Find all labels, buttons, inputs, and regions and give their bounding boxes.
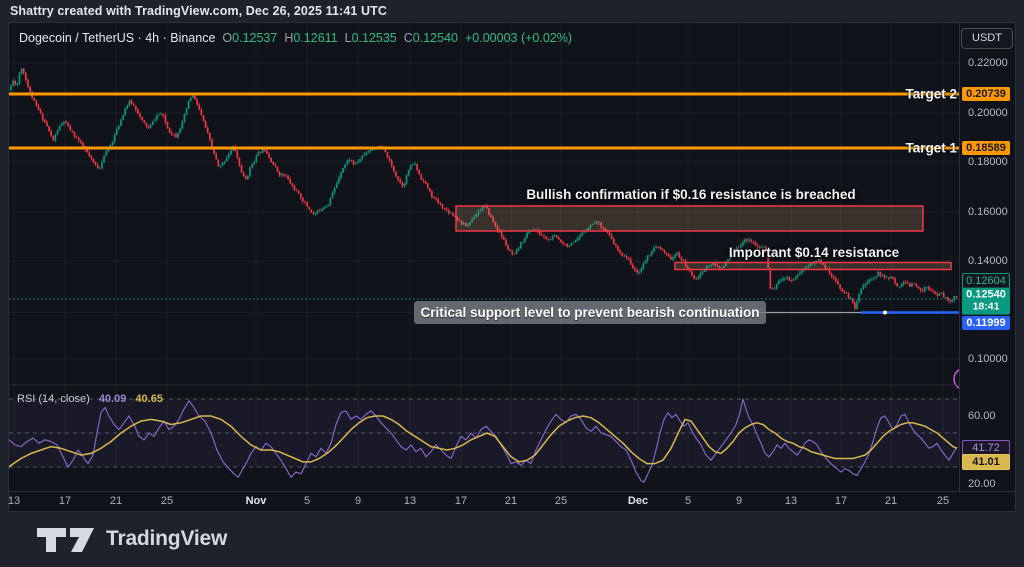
open-value: 0.12537 (232, 31, 277, 45)
price-axis-tick: 0.20000 (968, 107, 1008, 119)
price-axis-tag: 41.01 (962, 454, 1010, 470)
annotation-support-callout[interactable]: Critical support level to prevent bearis… (414, 301, 766, 324)
price-axis-tick: 0.16000 (968, 206, 1008, 218)
attribution-text: Shattry created with TradingView.com, De… (10, 4, 387, 18)
price-axis-tick: 0.10000 (968, 353, 1008, 365)
price-axis-tick: 20.00 (968, 478, 996, 490)
time-axis-tick: 13 (785, 495, 797, 507)
rsi-legend: RSI (14, close) 40.09 40.65 (17, 393, 163, 405)
chart-panel[interactable]: Dogecoin / TetherUS · 4h · BinanceO0.125… (8, 22, 1016, 512)
open-label: O (222, 31, 232, 45)
time-axis-tick: 5 (685, 495, 691, 507)
footer-bar: TradingView (0, 512, 1024, 567)
time-axis-tick: 21 (505, 495, 517, 507)
price-axis-tag: 0.11999 (962, 316, 1010, 330)
time-axis-tick: 17 (835, 495, 847, 507)
time-axis-tick: 25 (937, 495, 949, 507)
rsi-title: RSI (14, close) (17, 393, 90, 405)
time-axis-tick: Nov (246, 495, 267, 507)
high-value: 0.12611 (293, 31, 337, 45)
symbol-title: Dogecoin / TetherUS · 4h · Binance (19, 31, 215, 45)
tradingview-brand-text[interactable]: TradingView (106, 527, 227, 551)
tradingview-widget-screenshot: Shattry created with TradingView.com, De… (0, 0, 1024, 567)
close-value: 0.12540 (413, 31, 458, 45)
price-axis-tag: 0.20739 (962, 87, 1010, 101)
price-axis-tag: 0.12604 (962, 273, 1010, 289)
annotation-important-resistance[interactable]: Important $0.14 resistance (729, 245, 899, 260)
time-axis[interactable]: 13 17 21 25 Nov 5 9 13 17 21 25 Dec 5 9 13 17 21 25 (9, 491, 1017, 512)
tradingview-logo-icon[interactable] (36, 525, 98, 555)
low-label: L (345, 31, 352, 45)
rsi-ma-value: 40.65 (135, 393, 163, 405)
time-axis-tick: 21 (885, 495, 897, 507)
time-axis-tick: 13 (404, 495, 416, 507)
price-axis[interactable]: 0.22000 0.20000 0.18000 0.16000 0.14000 0.100… (959, 23, 1017, 491)
annotation-bullish-confirmation[interactable]: Bullish confirmation if $0.16 resistance… (526, 187, 855, 202)
low-value: 0.12535 (352, 31, 397, 45)
rsi-value: 40.09 (99, 393, 127, 405)
target-1-label[interactable]: Target 1 (905, 141, 957, 156)
time-axis-tick: 9 (355, 495, 361, 507)
time-axis-tick: 13 (8, 495, 20, 507)
price-axis-tick: 0.18000 (968, 156, 1008, 168)
time-axis-tick: 21 (110, 495, 122, 507)
change-value: +0.00003 (+0.02%) (465, 31, 572, 45)
time-axis-tick: 25 (555, 495, 567, 507)
currency-button[interactable]: USDT (961, 28, 1013, 49)
time-axis-tick: 17 (455, 495, 467, 507)
price-axis-tick: 0.22000 (968, 57, 1008, 69)
symbol-legend: Dogecoin / TetherUS · 4h · BinanceO0.125… (19, 31, 572, 45)
time-axis-tick: 9 (736, 495, 742, 507)
time-axis-tick: Dec (628, 495, 648, 507)
target-2-label[interactable]: Target 2 (905, 87, 957, 102)
price-axis-tag: 0.18589 (962, 141, 1010, 155)
time-axis-tick: 17 (59, 495, 71, 507)
attribution-bar: Shattry created with TradingView.com, De… (0, 0, 1024, 22)
high-label: H (284, 31, 293, 45)
time-axis-tick: 25 (161, 495, 173, 507)
price-axis-tick: 60.00 (968, 410, 996, 422)
time-axis-tick: 5 (304, 495, 310, 507)
price-axis-tag: 0.1254018:41 (962, 288, 1010, 315)
close-label: C (404, 31, 413, 45)
price-axis-tick: 0.14000 (968, 255, 1008, 267)
